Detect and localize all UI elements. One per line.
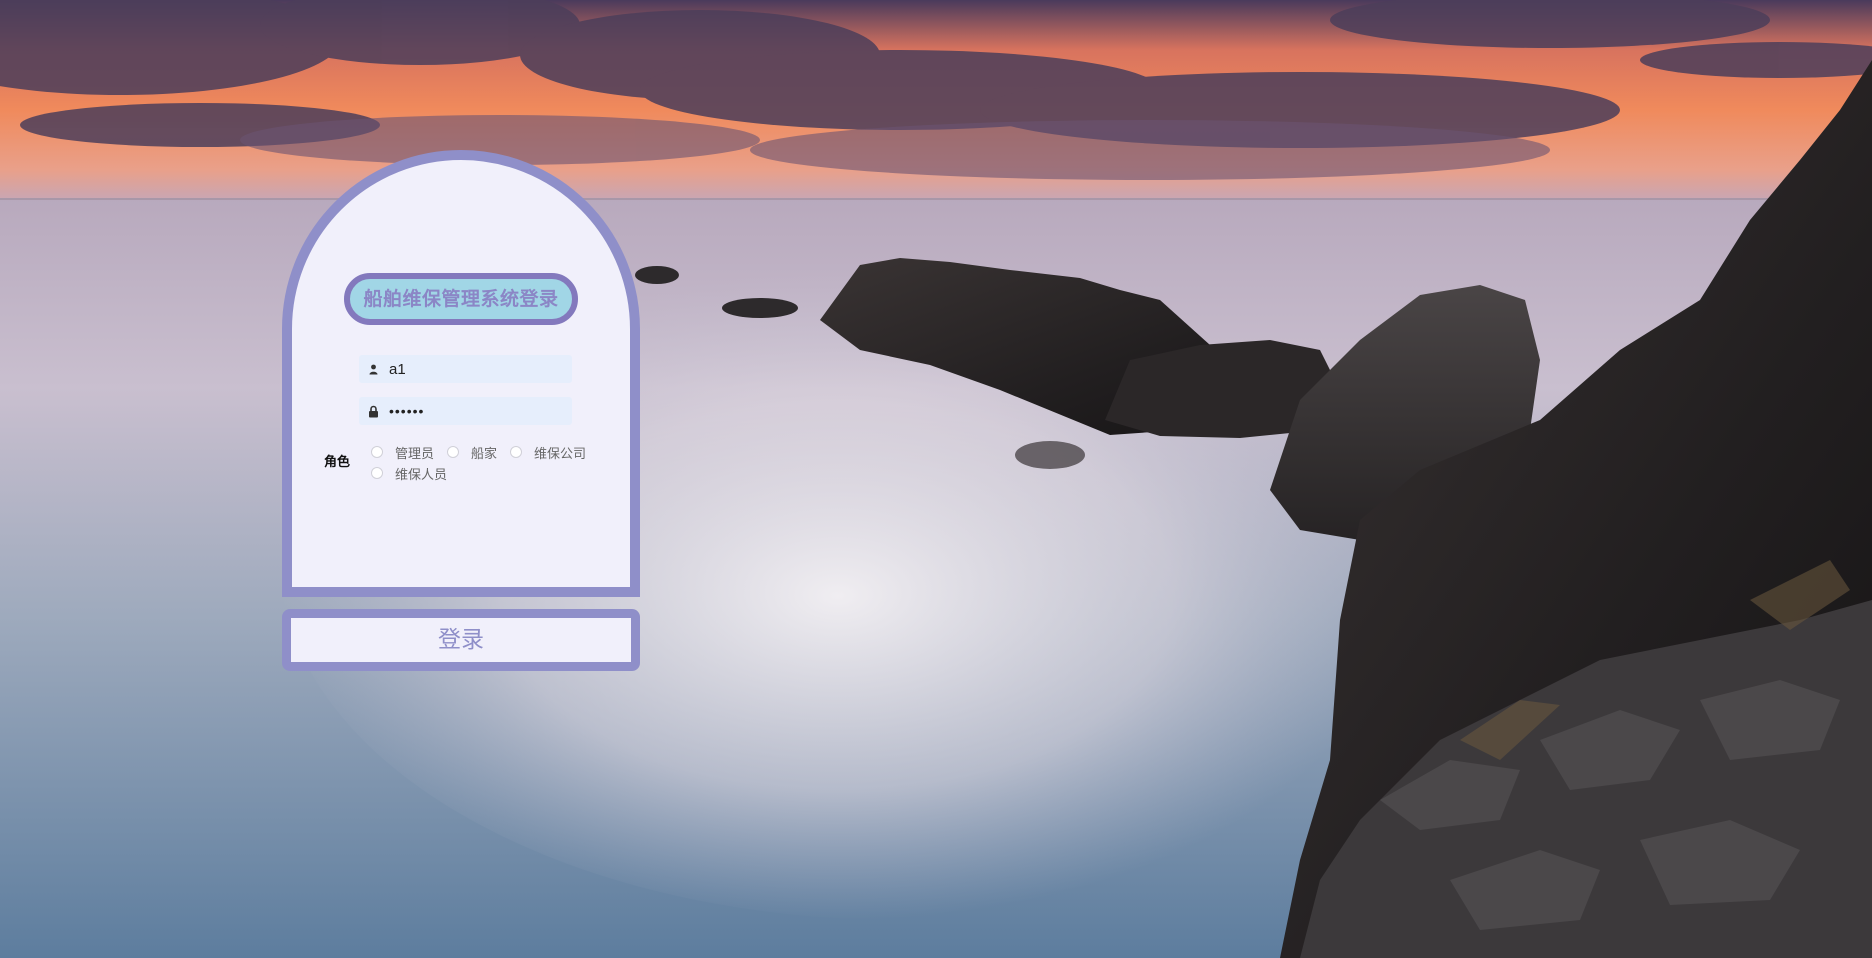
login-title: 船舶维保管理系统登录 xyxy=(344,273,578,325)
radio-circle-icon[interactable] xyxy=(371,467,383,479)
password-field[interactable]: •••••• xyxy=(359,397,572,425)
login-card: 船舶维保管理系统登录 a1 •••••• 角色 管理员 船家 维保公司 维保人员 xyxy=(282,150,640,597)
password-value: •••••• xyxy=(389,403,425,419)
role-option-label: 船家 xyxy=(471,446,498,462)
role-option-maintenance-company[interactable]: 维保公司 xyxy=(510,443,587,462)
role-option-label: 维保公司 xyxy=(534,446,587,462)
role-radio-group: 管理员 船家 维保公司 维保人员 xyxy=(371,443,621,483)
radio-circle-icon[interactable] xyxy=(510,446,523,458)
radio-circle-icon[interactable] xyxy=(371,446,383,458)
role-option-maintenance-staff[interactable]: 维保人员 xyxy=(371,464,448,483)
lock-icon xyxy=(367,404,379,418)
radio-circle-icon[interactable] xyxy=(447,446,460,458)
user-icon xyxy=(367,362,379,376)
role-option-label: 管理员 xyxy=(395,446,435,462)
role-option-admin[interactable]: 管理员 xyxy=(371,443,435,462)
username-field[interactable]: a1 xyxy=(359,355,572,383)
background-seascape xyxy=(0,0,1872,958)
role-option-label: 维保人员 xyxy=(395,467,448,483)
username-value: a1 xyxy=(389,360,406,378)
role-label: 角色 xyxy=(324,455,351,470)
login-button[interactable]: 登录 xyxy=(282,609,640,671)
role-option-shipowner[interactable]: 船家 xyxy=(447,443,498,462)
